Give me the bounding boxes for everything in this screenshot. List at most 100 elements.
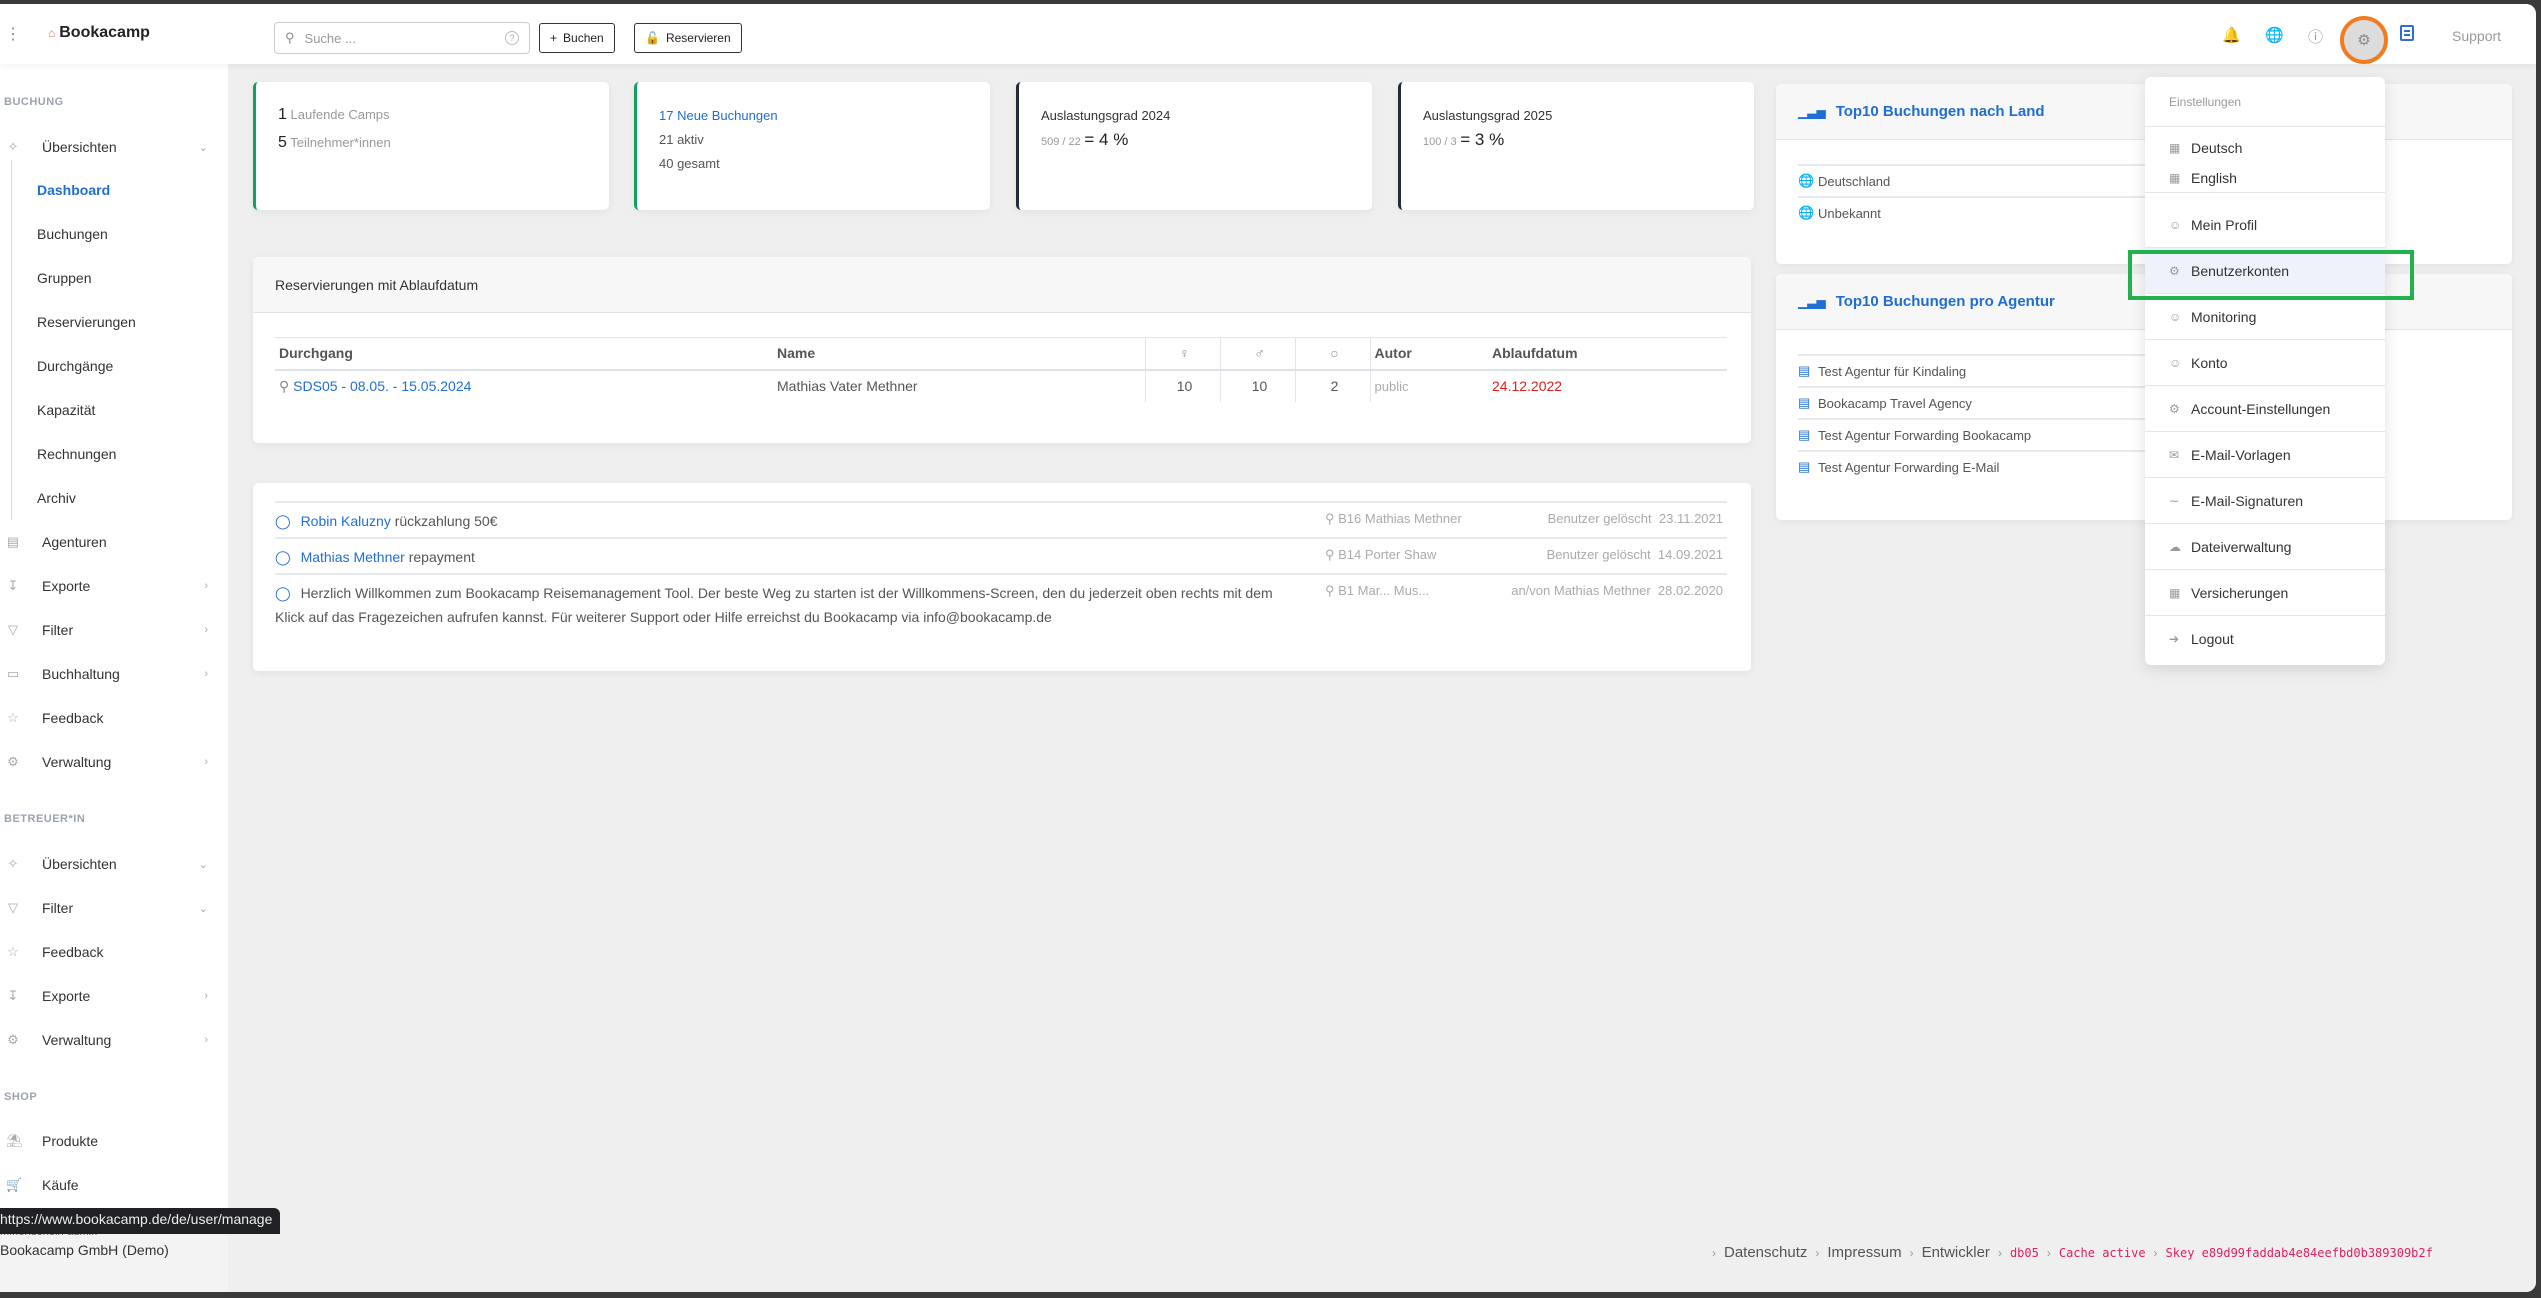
sidebar-item-dashboard[interactable]: Dashboard	[37, 182, 110, 198]
sidebar-item-kapazitaet[interactable]: Kapazität	[37, 402, 95, 418]
bar-chart-icon: ▁▃▅	[1798, 104, 1826, 119]
message-meta: an/von Mathias Methner 28.02.2020	[1511, 583, 1723, 598]
message-text: Herzlich Willkommen zum Bookacamp Reisem…	[275, 585, 1273, 625]
col-name[interactable]: Name	[773, 337, 1145, 371]
menu-item-label: Logout	[2191, 631, 2234, 647]
filter-icon: ▽	[8, 622, 18, 637]
sidebar-item-betreuer-filter[interactable]: ▽ Filter ⌄	[0, 893, 228, 923]
gears-icon: ⚙	[2169, 401, 2180, 416]
message-ref[interactable]: ⚲ B1 Mar... Mus...	[1325, 583, 1429, 599]
bell-icon[interactable]: 🔔	[2222, 26, 2241, 44]
menu-dots-icon[interactable]: ⋮	[5, 24, 21, 44]
new-bookings-link[interactable]: 17 Neue Buchungen	[659, 108, 778, 123]
menu-item-email-vorlagen[interactable]: ✉ E-Mail-Vorlagen	[2145, 432, 2385, 478]
sidebar-item-feedback[interactable]: ☆ Feedback	[0, 703, 228, 733]
top10-agentur-header: ▁▃▅ Top10 Buchungen pro Agentur	[1776, 274, 2512, 330]
contact-icon: ▤	[1798, 427, 1811, 442]
message-ref[interactable]: ⚲ B16 Mathias Methner	[1325, 511, 1462, 527]
menu-item-account-einstellungen[interactable]: ⚙ Account-Einstellungen	[2145, 386, 2385, 432]
globe-icon[interactable]: 🌐	[2265, 26, 2284, 44]
user-gear-icon: ☺	[2169, 309, 2182, 324]
sidebar-item-durchgaenge[interactable]: Durchgänge	[37, 358, 113, 374]
chevron-right-icon: ›	[2153, 1245, 2158, 1260]
message-author[interactable]: Mathias Methner	[301, 549, 405, 565]
menu-item-benutzerkonten[interactable]: ⚙ Benutzerkonten	[2145, 248, 2385, 294]
menu-item-monitoring[interactable]: ☺ Monitoring	[2145, 294, 2385, 340]
contact-icon: ▤	[1798, 459, 1811, 474]
sidebar-item-kaeufe[interactable]: 🛒 Käufe	[0, 1170, 228, 1200]
durchgang-link[interactable]: SDS05 - 08.05. - 15.05.2024	[293, 378, 471, 394]
message-author[interactable]: Robin Kaluzny	[301, 513, 391, 529]
help-icon[interactable]: ?	[505, 31, 519, 45]
info-icon[interactable]: ⓘ	[2308, 26, 2323, 47]
sidebar-item-agenturen[interactable]: ▤ Agenturen	[0, 527, 228, 557]
book-icon[interactable]	[2400, 25, 2414, 41]
footer-link-entwickler[interactable]: Entwickler	[1922, 1244, 1990, 1261]
footer-link-impressum[interactable]: Impressum	[1827, 1244, 1901, 1261]
sidebar-item-betreuer-uebersichten[interactable]: ✧ Übersichten ⌄	[0, 849, 228, 879]
menu-item-mein-profil[interactable]: ☺ Mein Profil	[2145, 202, 2385, 248]
export-icon: ↧	[7, 578, 19, 593]
footer-link-datenschutz[interactable]: Datenschutz	[1724, 1244, 1807, 1261]
sidebar-item-exporte[interactable]: ↧ Exporte ›	[0, 571, 228, 601]
star-icon: ☆	[7, 944, 19, 959]
dropdown-header: Einstellungen	[2145, 77, 2385, 127]
menu-item-dateiverwaltung[interactable]: ☁ Dateiverwaltung	[2145, 524, 2385, 570]
sidebar-item-gruppen[interactable]: Gruppen	[37, 270, 91, 286]
sidebar-item-betreuer-verwaltung[interactable]: ⚙ Verwaltung ›	[0, 1025, 228, 1055]
menu-item-logout[interactable]: ➔ Logout	[2145, 616, 2385, 662]
users-gear-icon: ⚙	[2169, 263, 2180, 278]
sidebar-item-buchungen[interactable]: Buchungen	[37, 226, 108, 242]
message-item[interactable]: ◯ Robin Kaluzny rückzahlung 50€ ⚲ B16 Ma…	[275, 501, 1727, 537]
top10-land-title[interactable]: Top10 Buchungen nach Land	[1836, 103, 2045, 120]
col-diverse[interactable]: ○	[1294, 337, 1370, 371]
menu-item-konto[interactable]: ☺ Konto	[2145, 340, 2385, 386]
sidebar-item-buchhaltung[interactable]: ▭ Buchhaltung ›	[0, 659, 228, 689]
top10-agentur-title[interactable]: Top10 Buchungen pro Agentur	[1836, 293, 2055, 310]
menu-item-deutsch[interactable]: ▦ Deutsch	[2145, 133, 2385, 163]
reservieren-button[interactable]: 🔓 Reservieren	[634, 23, 742, 53]
sidebar-item-betreuer-exporte[interactable]: ↧ Exporte ›	[0, 981, 228, 1011]
support-link[interactable]: Support	[2452, 28, 2501, 44]
col-female[interactable]: ♀	[1144, 337, 1220, 371]
top-bar: ⋮ ⌂ Bookacamp ⚲ ? + Buchen 🔓 Reservieren…	[0, 4, 2536, 64]
message-text: rückzahlung 50€	[394, 513, 498, 529]
sidebar-item-rechnungen[interactable]: Rechnungen	[37, 446, 116, 462]
col-durchgang[interactable]: Durchgang	[275, 337, 773, 371]
message-item[interactable]: ◯ Mathias Methner repayment ⚲ B14 Porter…	[275, 537, 1727, 573]
sidebar-item-uebersichten[interactable]: ✧ Übersichten ⌄	[0, 132, 228, 162]
total-bookings: 40 gesamt	[659, 156, 720, 171]
brand-logo[interactable]: ⌂ Bookacamp	[48, 24, 150, 42]
sidebar-item-reservierungen[interactable]: Reservierungen	[37, 314, 136, 330]
menu-item-versicherungen[interactable]: ▦ Versicherungen	[2145, 570, 2385, 616]
chevron-down-icon: ⌄	[198, 858, 208, 871]
message-item[interactable]: ◯ Herzlich Willkommen zum Bookacamp Reis…	[275, 573, 1727, 643]
message-meta: Benutzer gelöscht 23.11.2021	[1547, 511, 1723, 526]
util-2024-fraction: 509 / 22	[1041, 136, 1081, 148]
participants-label: Teilnehmer*innen	[290, 135, 391, 150]
search-input[interactable]	[304, 30, 505, 46]
translate-icon: ▦	[2169, 170, 2181, 185]
cell-autor: public	[1369, 369, 1488, 402]
col-ablaufdatum[interactable]: Ablaufdatum	[1488, 337, 1727, 371]
sidebar-item-filter[interactable]: ▽ Filter ›	[0, 615, 228, 645]
camps-count: 1	[278, 106, 287, 123]
footer-skey: Skey e89d99faddab4e84eefbd0b389309b2f	[2165, 1245, 2433, 1260]
sidebar-item-archiv[interactable]: Archiv	[37, 490, 76, 506]
menu-item-english[interactable]: ▦ English	[2145, 163, 2385, 193]
message-text: repayment	[408, 549, 475, 565]
sidebar-item-betreuer-feedback[interactable]: ☆ Feedback	[0, 937, 228, 967]
col-autor[interactable]: Autor	[1369, 337, 1488, 371]
sidebar-item-verwaltung[interactable]: ⚙ Verwaltung ›	[0, 747, 228, 777]
basket-icon: ⛱	[6, 1133, 23, 1148]
export-icon: ↧	[7, 988, 19, 1003]
message-ref[interactable]: ⚲ B14 Porter Shaw	[1325, 547, 1436, 563]
menu-item-label: English	[2191, 169, 2237, 186]
user-org: Bookacamp GmbH (Demo)	[0, 1242, 169, 1258]
settings-button[interactable]: ⚙	[2340, 16, 2388, 64]
buchen-button[interactable]: + Buchen	[539, 23, 615, 53]
sidebar-item-produkte[interactable]: ⛱ Produkte	[0, 1126, 228, 1156]
col-male[interactable]: ♂	[1219, 337, 1295, 371]
menu-item-email-signaturen[interactable]: ∼ E-Mail-Signaturen	[2145, 478, 2385, 524]
cell-durchgang[interactable]: ⚲ SDS05 - 08.05. - 15.05.2024	[275, 370, 773, 402]
